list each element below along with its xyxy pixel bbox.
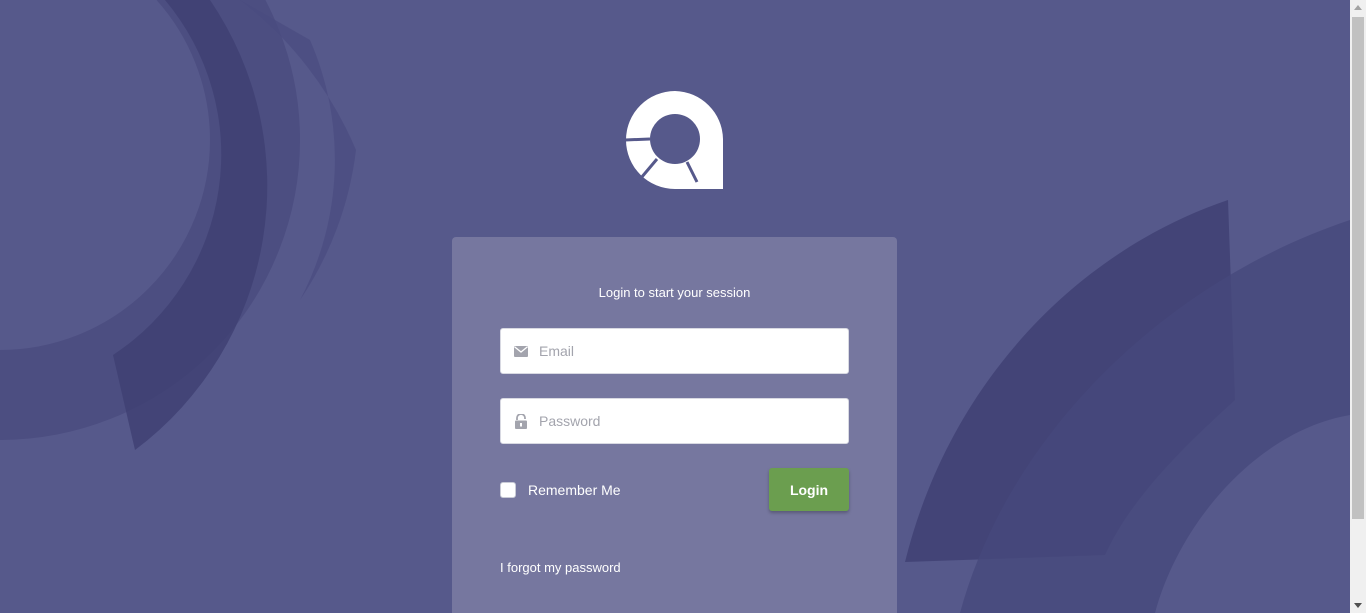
forgot-password-link[interactable]: I forgot my password	[500, 560, 621, 575]
envelope-icon	[501, 345, 539, 357]
login-page: Login to start your session Email Rememb…	[0, 0, 1366, 613]
scrollbar-thumb[interactable]	[1352, 17, 1364, 519]
app-logo-icon	[625, 91, 723, 189]
login-box: Login to start your session Email Rememb…	[452, 237, 897, 613]
email-input[interactable]	[539, 329, 848, 373]
login-button[interactable]: Login	[769, 468, 849, 511]
login-box-title: Login to start your session	[598, 285, 751, 300]
remember-me[interactable]: Remember Me	[500, 482, 621, 498]
password-input[interactable]	[539, 399, 848, 443]
password-field[interactable]	[500, 398, 849, 444]
email-field[interactable]	[500, 328, 849, 374]
vertical-scrollbar[interactable]	[1350, 0, 1366, 613]
remember-me-label[interactable]: Remember Me	[528, 482, 621, 498]
scroll-down-arrow-icon[interactable]	[1350, 598, 1366, 613]
unlock-icon	[501, 413, 539, 429]
scroll-up-arrow-icon[interactable]	[1350, 0, 1366, 15]
remember-me-checkbox[interactable]	[500, 482, 516, 498]
